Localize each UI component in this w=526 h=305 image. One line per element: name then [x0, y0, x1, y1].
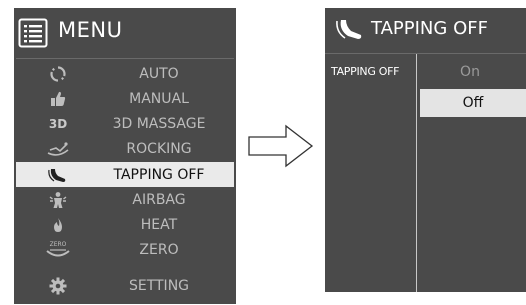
zero-gravity-icon: ZERO: [44, 239, 72, 260]
tapping-header: TAPPING OFF: [325, 8, 526, 50]
menu-header: MENU: [14, 8, 236, 56]
menu-item-airbag[interactable]: AIRBAG: [14, 187, 236, 212]
zero-icon-text: ZERO: [49, 241, 67, 248]
gear-icon: [44, 275, 72, 296]
menu-item-zero[interactable]: ZERO ZERO: [14, 237, 236, 262]
menu-item-label: AUTO: [139, 65, 179, 82]
tapping-panel: TAPPING OFF TAPPING OFF On Off: [325, 8, 526, 292]
airbag-icon: [44, 189, 72, 210]
tapping-hand-icon: [44, 164, 72, 185]
menu-item-label: MANUAL: [129, 90, 189, 107]
menu-item-label: AIRBAG: [132, 191, 186, 208]
tapping-divider: [325, 53, 526, 54]
tapping-title: TAPPING OFF: [371, 18, 488, 39]
right-arrow-icon: [248, 124, 314, 168]
menu-title: MENU: [58, 18, 123, 42]
menu-item-label: TAPPING OFF: [113, 166, 205, 183]
menu-item-tapping-off[interactable]: TAPPING OFF: [16, 162, 234, 187]
refresh-icon: [44, 63, 72, 84]
menu-item-label: ROCKING: [126, 140, 192, 157]
menu-panel: MENU AUTO MANUAL 3D 3D MASSAGE ROCKING T…: [14, 8, 236, 304]
3d-icon: 3D: [44, 113, 72, 134]
option-off[interactable]: Off: [420, 89, 526, 117]
column-divider: [416, 54, 417, 292]
menu-item-3d-massage[interactable]: 3D 3D MASSAGE: [14, 111, 236, 136]
menu-item-label: SETTING: [128, 277, 190, 294]
menu-item-auto[interactable]: AUTO: [14, 61, 236, 86]
menu-divider: [16, 58, 234, 59]
menu-item-manual[interactable]: MANUAL: [14, 86, 236, 111]
menu-item-setting[interactable]: SETTING: [14, 273, 236, 298]
3d-icon-text: 3D: [48, 116, 68, 131]
menu-item-label: ZERO: [139, 241, 179, 258]
menu-item-heat[interactable]: HEAT: [14, 212, 236, 237]
menu-list-icon[interactable]: [18, 18, 48, 48]
thumbs-up-icon: [44, 88, 72, 109]
rocking-icon: [44, 138, 72, 159]
option-on[interactable]: On: [430, 60, 510, 84]
tapping-setting-label: TAPPING OFF: [331, 65, 400, 78]
menu-item-rocking[interactable]: ROCKING: [14, 136, 236, 161]
menu-item-label: 3D MASSAGE: [112, 115, 206, 132]
flame-icon: [44, 214, 72, 235]
menu-item-label: HEAT: [140, 216, 178, 233]
tapping-hand-icon: [336, 20, 362, 39]
